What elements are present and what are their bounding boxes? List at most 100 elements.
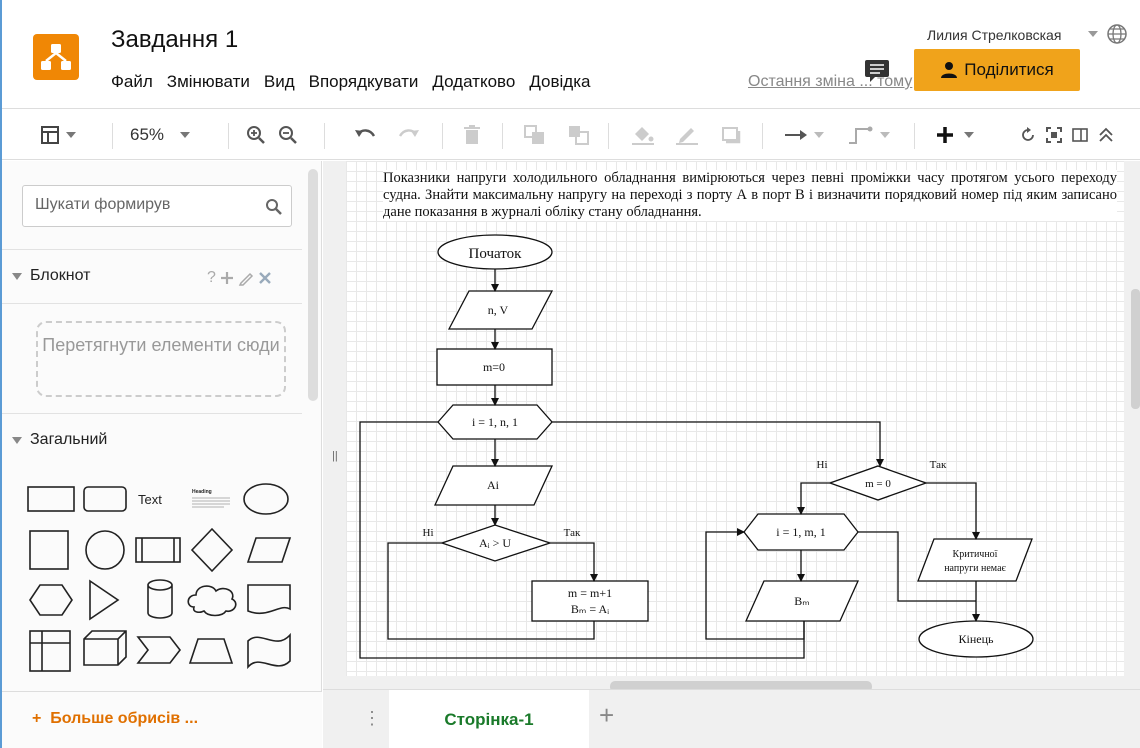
chevron-down-icon <box>814 132 824 138</box>
collapse-triangle-icon <box>12 436 22 444</box>
tab-page-1[interactable]: Сторінка-1 <box>389 690 589 748</box>
menu-help[interactable]: Довідка <box>529 72 590 92</box>
shape-step[interactable] <box>136 636 182 664</box>
format-panel-toggle[interactable] <box>40 123 76 147</box>
flow-yes-label-2: Так <box>930 459 947 471</box>
page-tabs: ⋮ Сторінка-1 + <box>323 689 1140 748</box>
shadow-button[interactable] <box>720 123 742 147</box>
diagram-canvas[interactable]: Показники напруги холодильного обладнанн… <box>323 161 1140 689</box>
connection-style-button[interactable] <box>784 123 824 147</box>
edit-icon[interactable] <box>238 270 254 286</box>
pencil-icon <box>676 128 698 145</box>
undo-button[interactable] <box>354 123 376 147</box>
general-header[interactable]: Загальний <box>12 431 107 449</box>
fill-color-button[interactable] <box>632 123 654 147</box>
shape-text[interactable]: Text <box>138 492 162 507</box>
zoom-select[interactable]: 65% <box>130 123 191 147</box>
flow-init-label: m=0 <box>483 360 505 374</box>
sidebar-resize-handle[interactable]: || <box>332 450 338 462</box>
zoom-in-button[interactable] <box>246 123 266 147</box>
flow-message-line1: Критичної <box>953 549 998 560</box>
shape-cube[interactable] <box>83 630 127 666</box>
toolbar-divider <box>112 123 113 149</box>
chevron-down-icon <box>66 132 76 138</box>
user-icon <box>941 62 958 78</box>
shape-circle[interactable] <box>85 530 125 570</box>
flow-cond2-label: m = 0 <box>865 478 891 490</box>
flow-cond1-label: Aᵢ > U <box>479 536 511 550</box>
document-title[interactable]: Завдання 1 <box>111 26 238 54</box>
fullscreen-button[interactable] <box>1046 123 1062 147</box>
header: Завдання 1 Файл Змінювати Вид Впорядкува… <box>2 0 1140 108</box>
delete-button[interactable] <box>464 123 480 147</box>
user-name[interactable]: Лилия Стрелковская <box>927 27 1061 43</box>
format-panel-button[interactable] <box>1072 123 1088 147</box>
zoom-value: 65% <box>130 125 165 144</box>
zoom-in-icon <box>247 126 265 144</box>
arrow-right-icon <box>785 130 807 140</box>
to-back-button[interactable] <box>568 123 590 147</box>
shape-rectangle[interactable] <box>27 486 75 512</box>
vertical-scrollbar[interactable] <box>1131 289 1140 409</box>
menu-extras[interactable]: Додатково <box>432 72 515 92</box>
scratchpad-header[interactable]: Блокнот <box>12 267 90 285</box>
shape-rounded-rectangle[interactable] <box>83 486 127 512</box>
to-front-icon <box>524 125 544 144</box>
menu-edit[interactable]: Змінювати <box>167 72 250 92</box>
waypoints-button[interactable] <box>848 123 890 147</box>
shape-cylinder[interactable] <box>147 579 173 619</box>
shape-document[interactable] <box>247 584 291 615</box>
collapse-header-button[interactable] <box>1098 123 1114 147</box>
reset-view-button[interactable] <box>1020 123 1036 147</box>
shape-triangle[interactable] <box>89 579 120 621</box>
sidebar-divider <box>2 413 302 414</box>
shape-hexagon[interactable] <box>29 584 73 616</box>
redo-button[interactable] <box>398 123 420 147</box>
drawio-logo <box>33 34 79 80</box>
globe-icon[interactable] <box>1106 23 1128 45</box>
flow-message[interactable] <box>917 538 1033 582</box>
search-icon[interactable] <box>265 198 283 216</box>
shape-tape[interactable] <box>247 632 291 670</box>
shape-diamond[interactable] <box>190 527 234 573</box>
help-icon[interactable]: ? <box>207 269 216 287</box>
zoom-out-button[interactable] <box>278 123 298 147</box>
line-color-button[interactable] <box>676 123 698 147</box>
collapse-triangle-icon <box>12 272 22 280</box>
insert-button[interactable] <box>936 123 974 147</box>
shape-internal-storage[interactable] <box>29 630 71 672</box>
horizontal-scrollbar[interactable] <box>610 681 872 689</box>
flow-loop2-label: i = 1, m, 1 <box>776 525 825 539</box>
shape-trapezoid[interactable] <box>188 638 234 664</box>
shape-ellipse[interactable] <box>243 483 289 515</box>
close-icon[interactable] <box>258 271 272 285</box>
toolbar-divider <box>914 123 915 149</box>
flow-end-label: Кінець <box>959 632 995 646</box>
app-window: Завдання 1 Файл Змінювати Вид Впорядкува… <box>0 0 1140 748</box>
shape-cloud[interactable] <box>187 585 237 617</box>
to-front-button[interactable] <box>524 123 546 147</box>
share-button[interactable]: Поділитися <box>914 49 1080 91</box>
menu-view[interactable]: Вид <box>264 72 295 92</box>
more-shapes-button[interactable]: + Больше обрисів ... <box>2 691 322 748</box>
shape-parallelogram[interactable] <box>246 537 292 563</box>
shape-heading[interactable]: Heading <box>192 489 212 495</box>
general-title: Загальний <box>30 431 108 448</box>
diagram-page[interactable]: Показники напруги холодильного обладнанн… <box>346 161 1124 676</box>
scratchpad-dropzone[interactable]: Перетягнути елементи сюди <box>36 321 286 397</box>
add-page-icon[interactable]: + <box>599 700 614 731</box>
page-menu-icon[interactable]: ⋮ <box>363 708 381 729</box>
menu-file[interactable]: Файл <box>111 72 153 92</box>
chevron-double-up-icon <box>1099 127 1113 142</box>
comment-icon[interactable] <box>864 59 890 83</box>
search-input[interactable] <box>35 196 255 214</box>
chevron-down-icon <box>880 132 890 138</box>
menu-arrange[interactable]: Впорядкувати <box>309 72 419 92</box>
shape-square[interactable] <box>29 530 69 570</box>
sidebar-scrollbar[interactable] <box>308 169 318 401</box>
split-panel-icon <box>1072 128 1088 142</box>
toolbar-divider <box>762 123 763 149</box>
elbow-connector-icon <box>849 126 873 144</box>
chevron-down-icon[interactable] <box>1088 31 1098 37</box>
plus-icon[interactable] <box>220 271 234 285</box>
